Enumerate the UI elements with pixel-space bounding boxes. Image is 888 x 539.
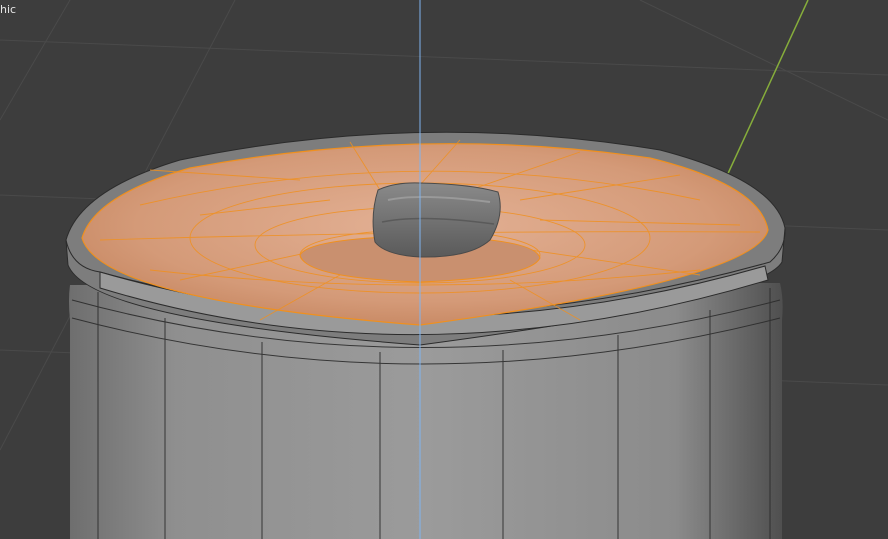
viewport-canvas[interactable]: [0, 0, 888, 539]
3d-viewport[interactable]: hic: [0, 0, 888, 539]
y-axis-line: [724, 0, 809, 181]
viewport-view-label: hic: [0, 3, 17, 16]
handle-knob[interactable]: [372, 182, 501, 258]
